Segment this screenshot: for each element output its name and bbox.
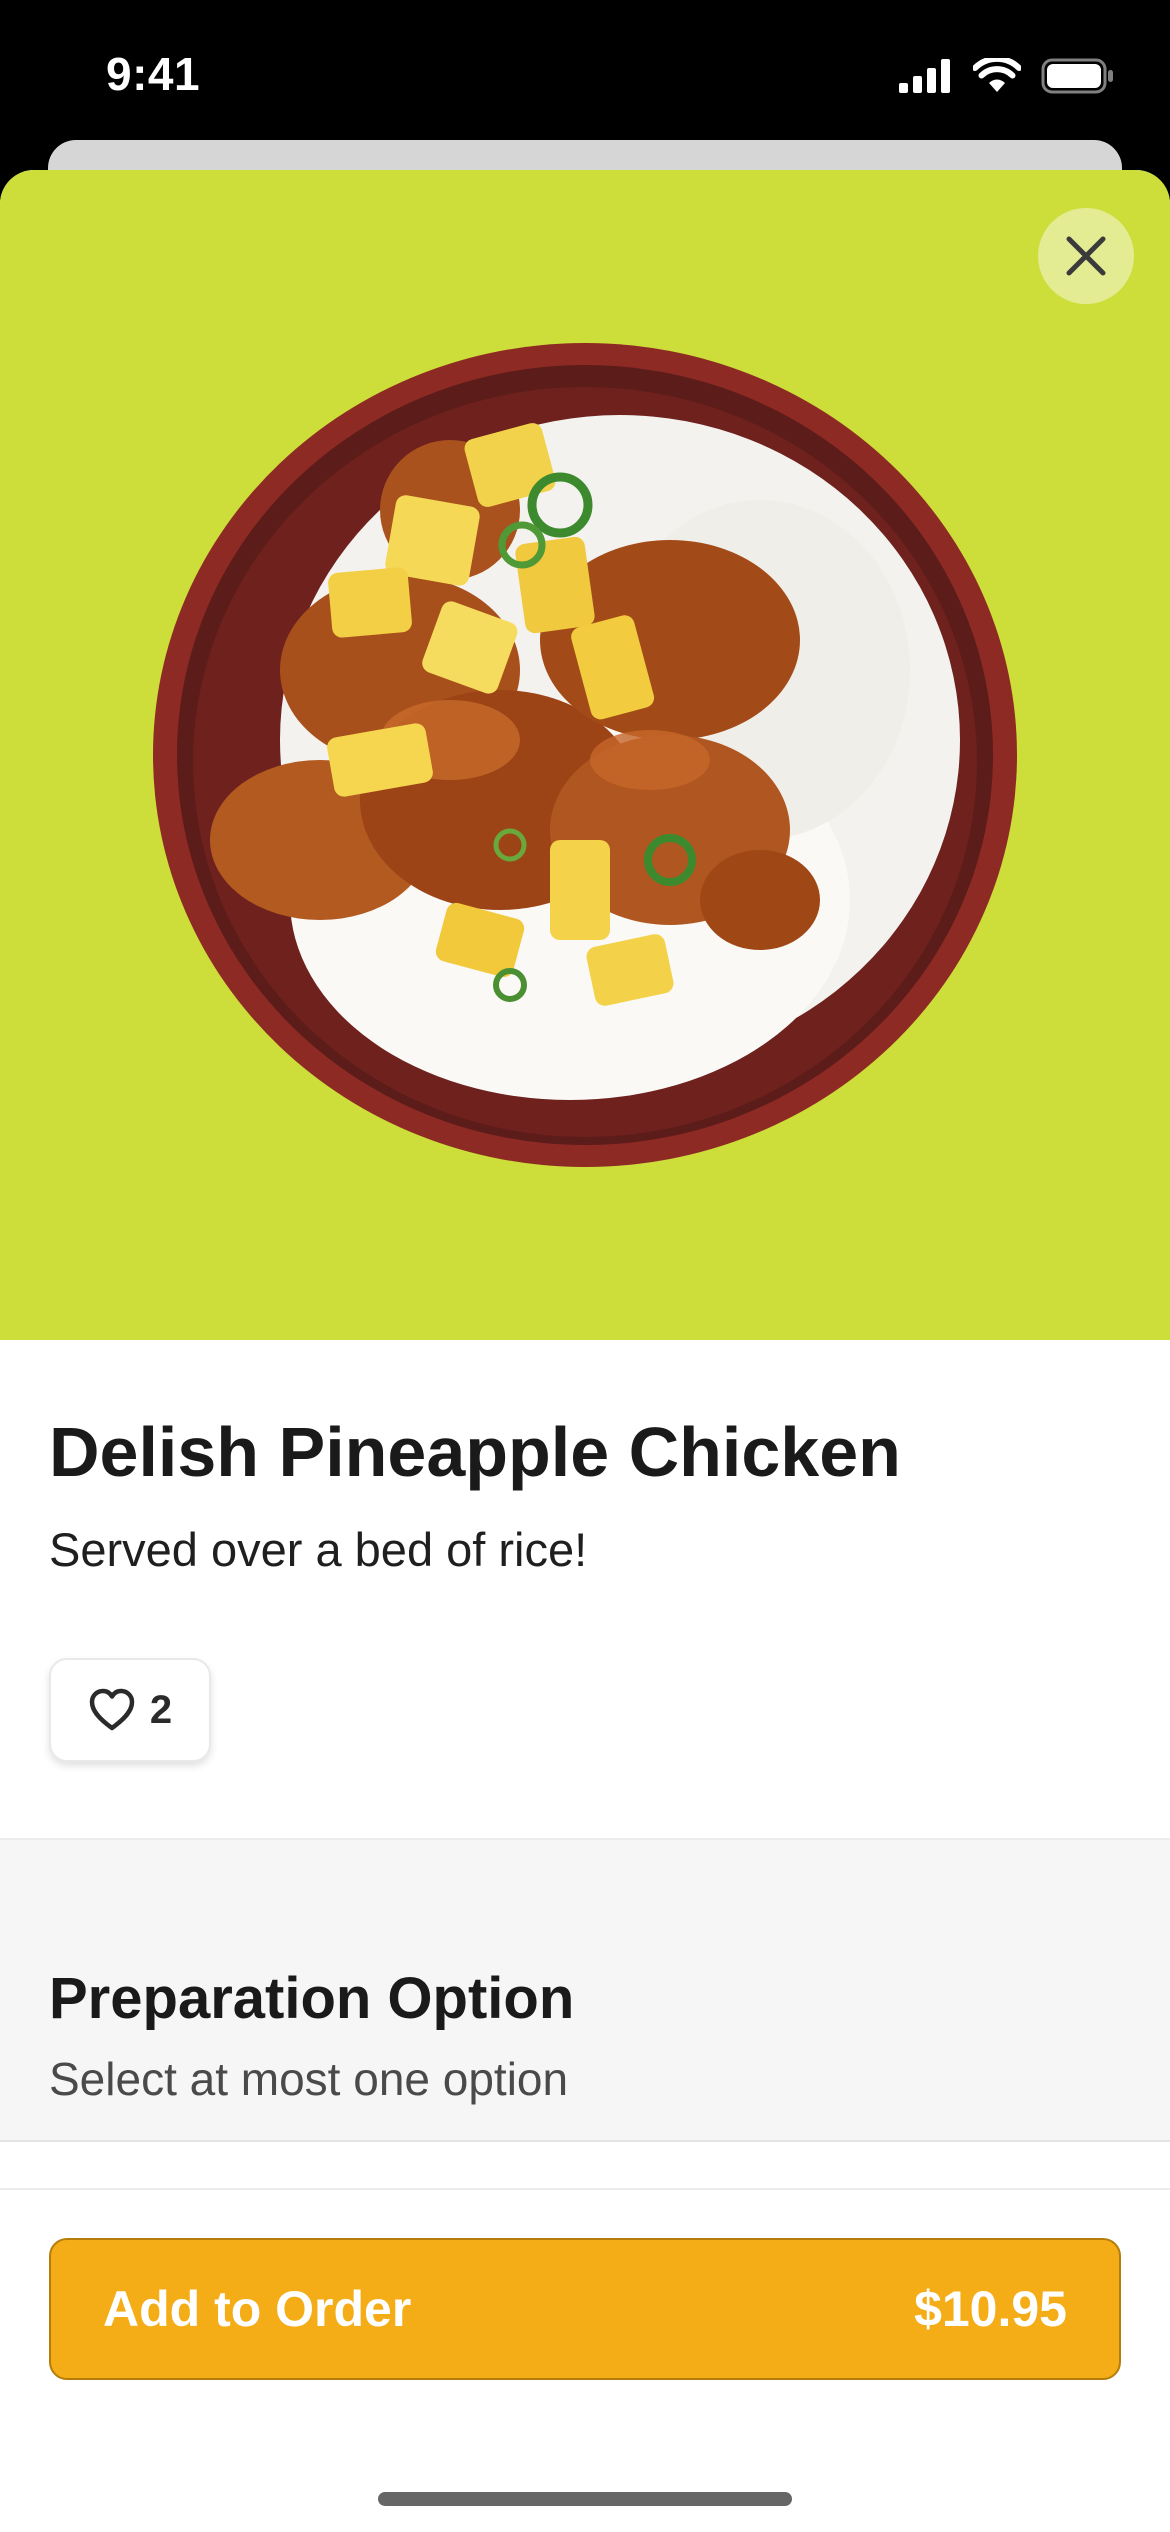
status-time: 9:41 [106, 48, 201, 100]
item-detail-sheet: Delish Pineapple Chicken Served over a b… [0, 170, 1170, 2532]
home-indicator[interactable] [378, 2492, 792, 2506]
battery-icon [1041, 58, 1113, 94]
preparation-option-section: Preparation Option Select at most one op… [0, 1838, 1170, 2142]
section-title: Preparation Option [49, 1966, 575, 2031]
add-to-order-label: Add to Order [103, 2281, 412, 2337]
close-icon [1066, 236, 1106, 276]
item-description: Served over a bed of rice! [49, 1523, 588, 1576]
section-subtitle: Select at most one option [49, 2053, 569, 2105]
status-icons [899, 56, 1115, 96]
hero-banner [0, 170, 1170, 1340]
add-to-order-button[interactable]: Add to Order $10.95 [49, 2238, 1121, 2380]
order-price: $10.95 [914, 2281, 1067, 2337]
cellular-signal-icon [899, 59, 950, 93]
like-count: 2 [149, 1688, 173, 1732]
bottom-action-bar: Add to Order $10.95 [0, 2188, 1170, 2532]
status-bar: 9:41 [0, 0, 1170, 140]
item-title: Delish Pineapple Chicken [49, 1413, 901, 1491]
close-button[interactable] [1038, 208, 1134, 304]
like-button[interactable]: 2 [49, 1658, 211, 1762]
wifi-icon [973, 58, 1021, 92]
food-image [153, 343, 1017, 1167]
heart-outline-icon [89, 1688, 135, 1731]
